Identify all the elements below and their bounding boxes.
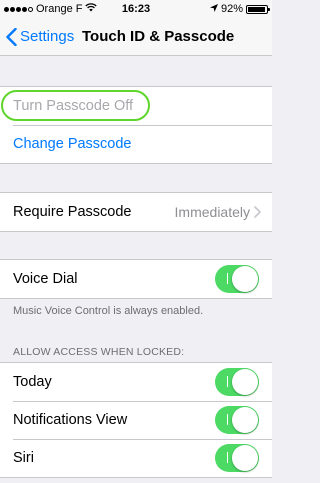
locked-access-label-notifications: Notifications View [13, 412, 128, 428]
battery-percent: 92% [220, 3, 243, 15]
status-left: Orange F [4, 3, 98, 15]
locked-access-row-siri: Siri [0, 439, 272, 477]
toggle-on-mark [227, 452, 228, 463]
toggle-knob [232, 445, 258, 471]
siri-toggle[interactable] [215, 444, 259, 472]
carrier-name: Orange F [36, 3, 83, 15]
navigation-bar: Settings Touch ID & Passcode [0, 18, 272, 56]
signal-dot [28, 6, 33, 12]
chevron-left-icon [6, 27, 17, 46]
toggle-on-mark [227, 376, 228, 387]
location-arrow-icon [209, 3, 218, 15]
toggle-knob [232, 266, 258, 292]
wifi-icon [85, 3, 98, 15]
status-bar: Orange F 16:23 92% [0, 0, 272, 18]
today-toggle[interactable] [215, 368, 259, 396]
signal-dot [16, 6, 21, 12]
toggle-knob [232, 369, 258, 395]
require-passcode-row[interactable]: Require Passcode Immediately [0, 193, 272, 231]
battery-icon [246, 4, 270, 14]
battery-level-fill [248, 6, 265, 12]
locked-access-row-notifications: Notifications View [0, 401, 272, 439]
toggle-on-mark [227, 273, 228, 284]
change-passcode-label: Change Passcode [13, 136, 132, 152]
toggle-knob [232, 407, 258, 433]
back-button-label: Settings [20, 28, 75, 45]
require-passcode-label: Require Passcode [13, 204, 132, 220]
signal-dot [10, 6, 15, 12]
voice-dial-footer: Music Voice Control is always enabled. [13, 305, 204, 317]
voice-dial-toggle[interactable] [215, 265, 259, 293]
status-right: 92% [209, 3, 270, 15]
turn-passcode-off-row[interactable]: Turn Passcode Off [0, 87, 272, 125]
signal-strength-icon [4, 6, 33, 12]
require-passcode-group: Require Passcode Immediately [0, 192, 272, 232]
page-title: Touch ID & Passcode [82, 28, 235, 45]
require-passcode-value: Immediately [174, 204, 250, 220]
locked-access-label-siri: Siri [13, 450, 34, 466]
back-button[interactable]: Settings [6, 18, 74, 55]
voice-dial-group: Voice Dial [0, 259, 272, 299]
signal-dot [22, 6, 27, 12]
notifications-view-toggle[interactable] [215, 406, 259, 434]
chevron-right-icon [254, 206, 261, 218]
locked-access-label-today: Today [13, 374, 52, 390]
voice-dial-label: Voice Dial [13, 271, 78, 287]
locked-access-row-today: Today [0, 363, 272, 401]
locked-access-group: Today Notifications View Siri [0, 362, 272, 478]
turn-passcode-off-label: Turn Passcode Off [13, 98, 134, 114]
change-passcode-row[interactable]: Change Passcode [0, 125, 272, 163]
signal-dot [4, 6, 9, 12]
passcode-group: Turn Passcode Off Change Passcode [0, 86, 272, 164]
section-header-locked: ALLOW ACCESS WHEN LOCKED: [13, 346, 185, 358]
toggle-on-mark [227, 414, 228, 425]
voice-dial-row: Voice Dial [0, 260, 272, 298]
